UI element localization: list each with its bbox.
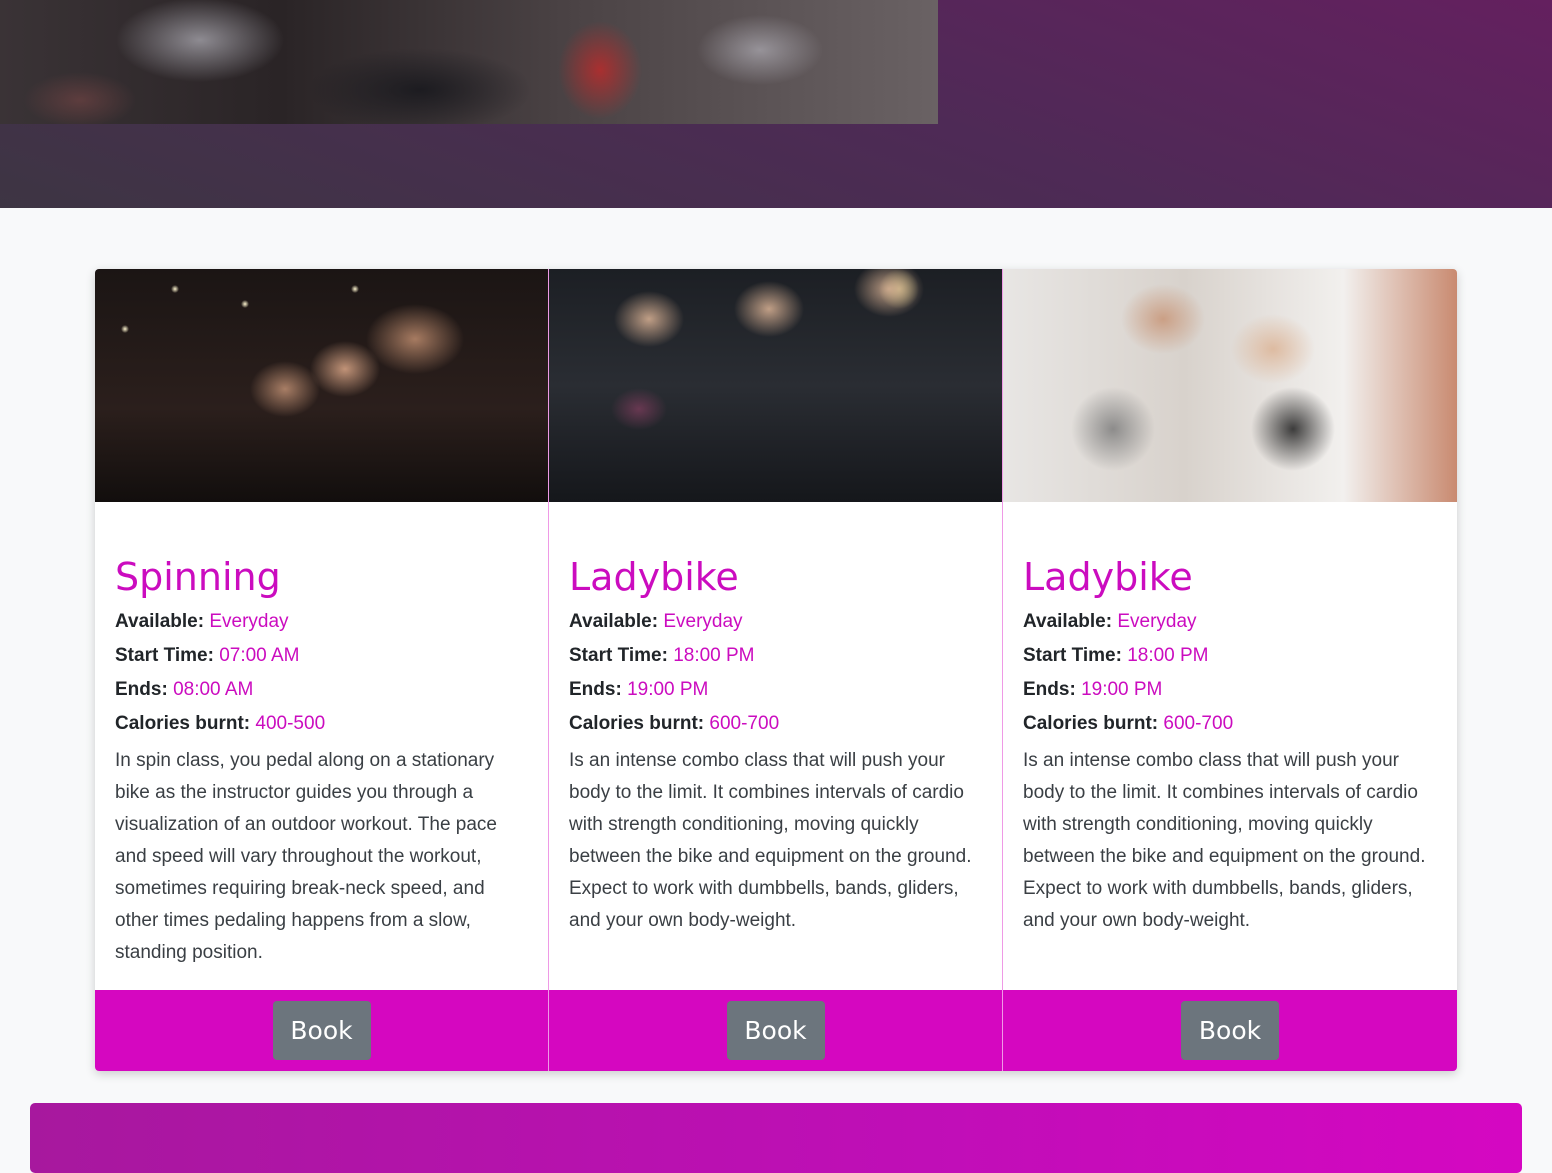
start-time-label: Start Time: <box>569 645 668 666</box>
book-button[interactable]: Book <box>726 1001 825 1060</box>
availability-row: Available: Everyday <box>1023 605 1437 639</box>
calories-value: 400-500 <box>255 713 326 734</box>
end-time-value: 19:00 PM <box>1081 679 1163 700</box>
end-time-label: Ends: <box>1023 679 1076 700</box>
start-time-row: Start Time: 07:00 AM <box>115 639 528 673</box>
calories-row: Calories burnt: 600-700 <box>1023 707 1437 741</box>
card-footer: Book <box>549 990 1002 1071</box>
start-time-row: Start Time: 18:00 PM <box>569 639 982 673</box>
class-title: Ladybike <box>569 555 739 599</box>
available-label: Available: <box>1023 611 1113 632</box>
calories-label: Calories burnt: <box>569 713 705 734</box>
class-title: Spinning <box>115 555 281 599</box>
available-value: Everyday <box>1117 611 1197 632</box>
calories-row: Calories burnt: 600-700 <box>569 707 982 741</box>
class-image-spinning <box>95 269 548 502</box>
card-footer: Book <box>95 990 548 1071</box>
start-time-value: 07:00 AM <box>219 645 300 666</box>
available-value: Everyday <box>663 611 743 632</box>
start-time-value: 18:00 PM <box>1127 645 1209 666</box>
class-image-ladybike <box>549 269 1002 502</box>
class-card-spinning: Spinning Available: Everyday Start Time:… <box>95 269 549 1071</box>
card-body: Spinning Available: Everyday Start Time:… <box>115 549 528 969</box>
start-time-label: Start Time: <box>1023 645 1122 666</box>
card-body: Ladybike Available: Everyday Start Time:… <box>1023 549 1437 937</box>
end-time-value: 08:00 AM <box>173 679 254 700</box>
calories-label: Calories burnt: <box>115 713 251 734</box>
end-time-row: Ends: 19:00 PM <box>1023 673 1437 707</box>
start-time-label: Start Time: <box>115 645 214 666</box>
class-description: In spin class, you pedal along on a stat… <box>115 750 497 963</box>
class-description: Is an intense combo class that will push… <box>569 750 972 931</box>
class-card-ladybike: Ladybike Available: Everyday Start Time:… <box>549 269 1003 1071</box>
hero-image-cyclists <box>0 0 938 124</box>
class-image-ladybike-2 <box>1003 269 1457 502</box>
calories-row: Calories burnt: 400-500 <box>115 707 528 741</box>
footer-banner <box>30 1103 1522 1173</box>
book-button[interactable]: Book <box>272 1001 371 1060</box>
availability-row: Available: Everyday <box>569 605 982 639</box>
end-time-value: 19:00 PM <box>627 679 709 700</box>
available-label: Available: <box>569 611 659 632</box>
calories-value: 600-700 <box>709 713 780 734</box>
class-description: Is an intense combo class that will push… <box>1023 750 1426 931</box>
end-time-label: Ends: <box>115 679 168 700</box>
class-card-group: Spinning Available: Everyday Start Time:… <box>95 269 1457 1071</box>
book-button[interactable]: Book <box>1181 1001 1279 1060</box>
hero-banner <box>0 0 1552 208</box>
end-time-label: Ends: <box>569 679 622 700</box>
availability-row: Available: Everyday <box>115 605 528 639</box>
class-card-ladybike-2: Ladybike Available: Everyday Start Time:… <box>1003 269 1457 1071</box>
start-time-row: Start Time: 18:00 PM <box>1023 639 1437 673</box>
available-value: Everyday <box>209 611 289 632</box>
calories-label: Calories burnt: <box>1023 713 1159 734</box>
card-body: Ladybike Available: Everyday Start Time:… <box>569 549 982 937</box>
card-footer: Book <box>1003 990 1457 1071</box>
end-time-row: Ends: 19:00 PM <box>569 673 982 707</box>
start-time-value: 18:00 PM <box>673 645 755 666</box>
class-title: Ladybike <box>1023 555 1193 599</box>
end-time-row: Ends: 08:00 AM <box>115 673 528 707</box>
available-label: Available: <box>115 611 205 632</box>
calories-value: 600-700 <box>1163 713 1234 734</box>
